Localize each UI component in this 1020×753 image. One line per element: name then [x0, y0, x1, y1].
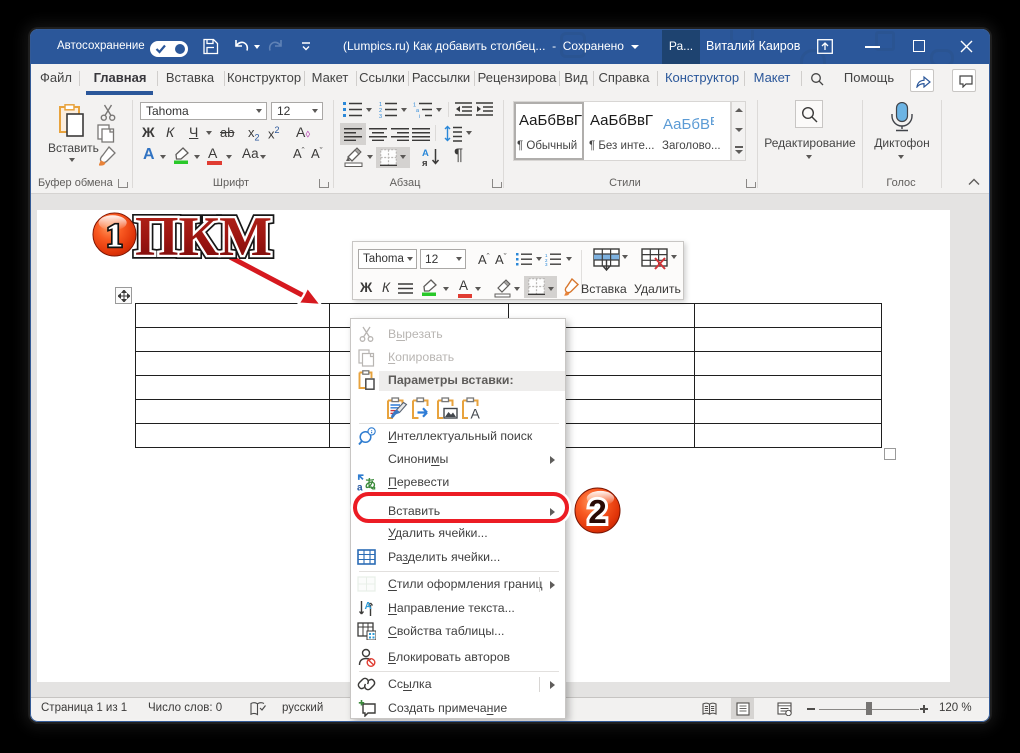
svg-text:2: 2 [588, 494, 607, 531]
svg-text:я: я [422, 158, 428, 167]
svg-text:ПКМ: ПКМ [135, 206, 272, 268]
svg-text:3: 3 [379, 114, 382, 118]
svg-text:а: а [357, 483, 363, 493]
svg-text:3: 3 [545, 262, 548, 266]
svg-text:А: А [471, 406, 481, 421]
svg-text:А: А [365, 601, 372, 612]
svg-text:i: i [419, 114, 420, 118]
svg-text:1: 1 [106, 218, 123, 255]
